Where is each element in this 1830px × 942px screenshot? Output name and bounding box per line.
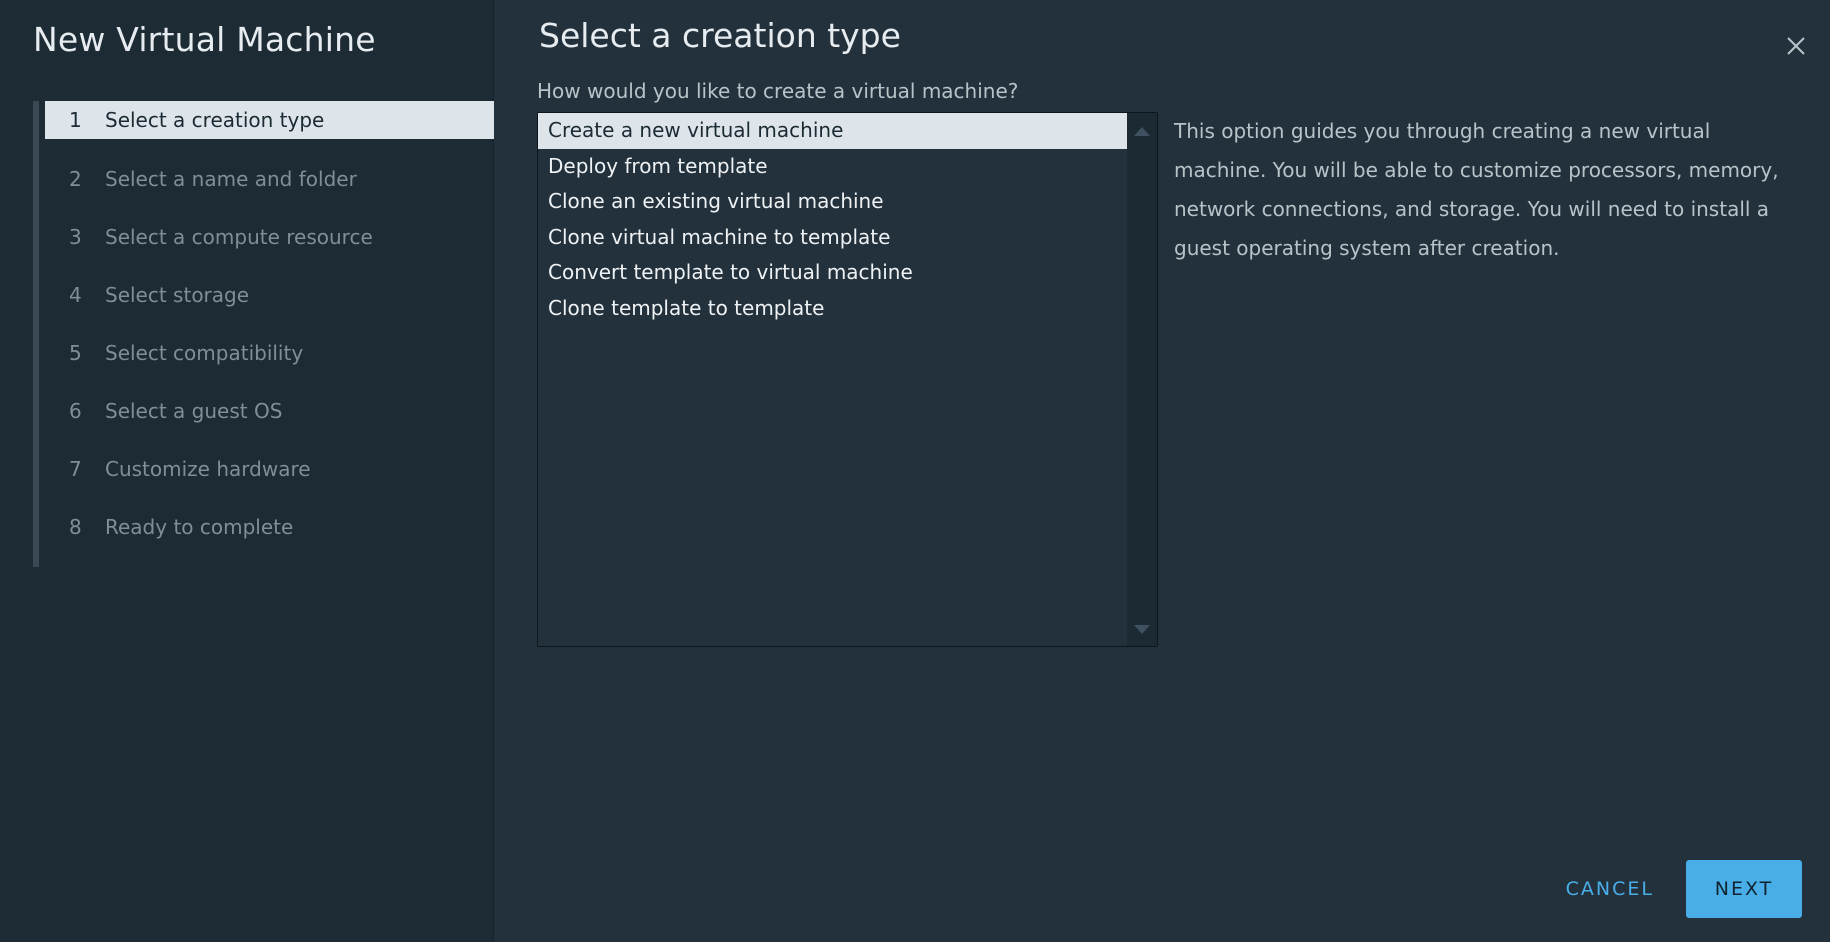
- close-icon: [1787, 37, 1805, 55]
- step-number: 5: [69, 341, 82, 365]
- wizard-sidebar: New Virtual Machine 1 Select a creation …: [0, 0, 500, 942]
- next-button[interactable]: NEXT: [1686, 860, 1802, 918]
- step-number: 4: [69, 283, 82, 307]
- wizard-step-5[interactable]: 5 Select compatibility: [45, 334, 500, 372]
- page-title: Select a creation type: [539, 16, 901, 55]
- wizard-step-2[interactable]: 2 Select a name and folder: [45, 160, 500, 198]
- wizard-step-8[interactable]: 8 Ready to complete: [45, 508, 500, 546]
- list-scrollbar[interactable]: [1127, 113, 1157, 646]
- step-number: 1: [69, 108, 82, 132]
- wizard-content: Select a creation type How would you lik…: [494, 0, 1830, 942]
- scroll-up-arrow-icon[interactable]: [1134, 127, 1150, 136]
- cancel-button[interactable]: CANCEL: [1548, 860, 1672, 918]
- wizard-step-3[interactable]: 3 Select a compute resource: [45, 218, 500, 256]
- option-clone-template-to-template[interactable]: Clone template to template: [538, 291, 1127, 327]
- option-convert-template-to-vm[interactable]: Convert template to virtual machine: [538, 255, 1127, 291]
- step-number: 6: [69, 399, 82, 423]
- creation-type-options: Create a new virtual machine Deploy from…: [538, 113, 1127, 646]
- step-label: Select a compute resource: [105, 225, 373, 249]
- scroll-down-arrow-icon[interactable]: [1134, 625, 1150, 634]
- step-label: Select a name and folder: [105, 167, 357, 191]
- step-label: Ready to complete: [105, 515, 294, 539]
- step-label: Select storage: [105, 283, 250, 307]
- option-clone-vm-to-template[interactable]: Clone virtual machine to template: [538, 220, 1127, 256]
- wizard-step-4[interactable]: 4 Select storage: [45, 276, 500, 314]
- wizard-step-1[interactable]: 1 Select a creation type: [45, 101, 500, 139]
- new-vm-wizard-dialog: New Virtual Machine 1 Select a creation …: [0, 0, 1830, 942]
- step-label: Select a guest OS: [105, 399, 283, 423]
- option-deploy-from-template[interactable]: Deploy from template: [538, 149, 1127, 185]
- option-description: This option guides you through creating …: [1174, 119, 1779, 260]
- close-button[interactable]: [1780, 30, 1812, 62]
- step-label: Select a creation type: [105, 108, 325, 132]
- step-number: 3: [69, 225, 82, 249]
- wizard-step-6[interactable]: 6 Select a guest OS: [45, 392, 500, 430]
- step-label: Customize hardware: [105, 457, 311, 481]
- wizard-footer: CANCEL NEXT: [1548, 860, 1802, 918]
- wizard-step-7[interactable]: 7 Customize hardware: [45, 450, 500, 488]
- option-clone-existing-vm[interactable]: Clone an existing virtual machine: [538, 184, 1127, 220]
- wizard-steps: 1 Select a creation type 2 Select a name…: [33, 101, 500, 567]
- creation-type-question: How would you like to create a virtual m…: [537, 79, 1019, 103]
- option-create-new-vm[interactable]: Create a new virtual machine: [538, 113, 1127, 149]
- step-number: 2: [69, 167, 82, 191]
- step-number: 7: [69, 457, 82, 481]
- step-number: 8: [69, 515, 82, 539]
- wizard-title: New Virtual Machine: [33, 20, 376, 59]
- creation-type-list[interactable]: Create a new virtual machine Deploy from…: [537, 112, 1158, 647]
- step-label: Select compatibility: [105, 341, 304, 365]
